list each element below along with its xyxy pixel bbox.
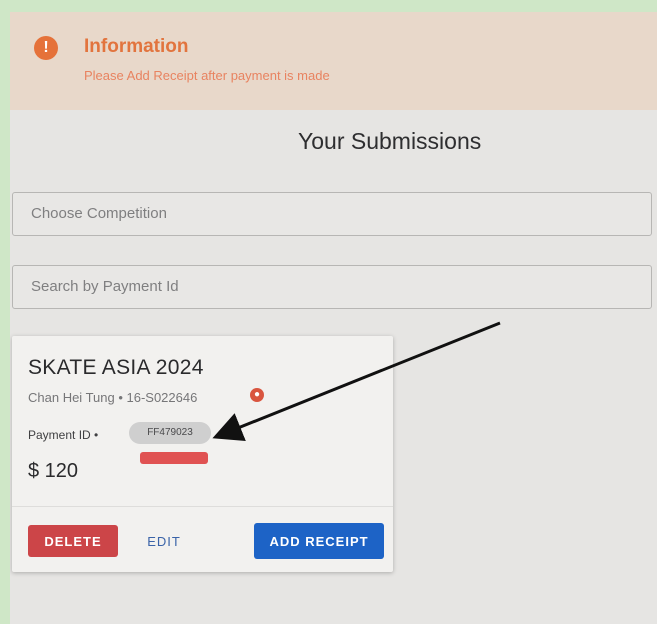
arrow-line [212,321,501,441]
annotation-arrow [212,321,501,441]
